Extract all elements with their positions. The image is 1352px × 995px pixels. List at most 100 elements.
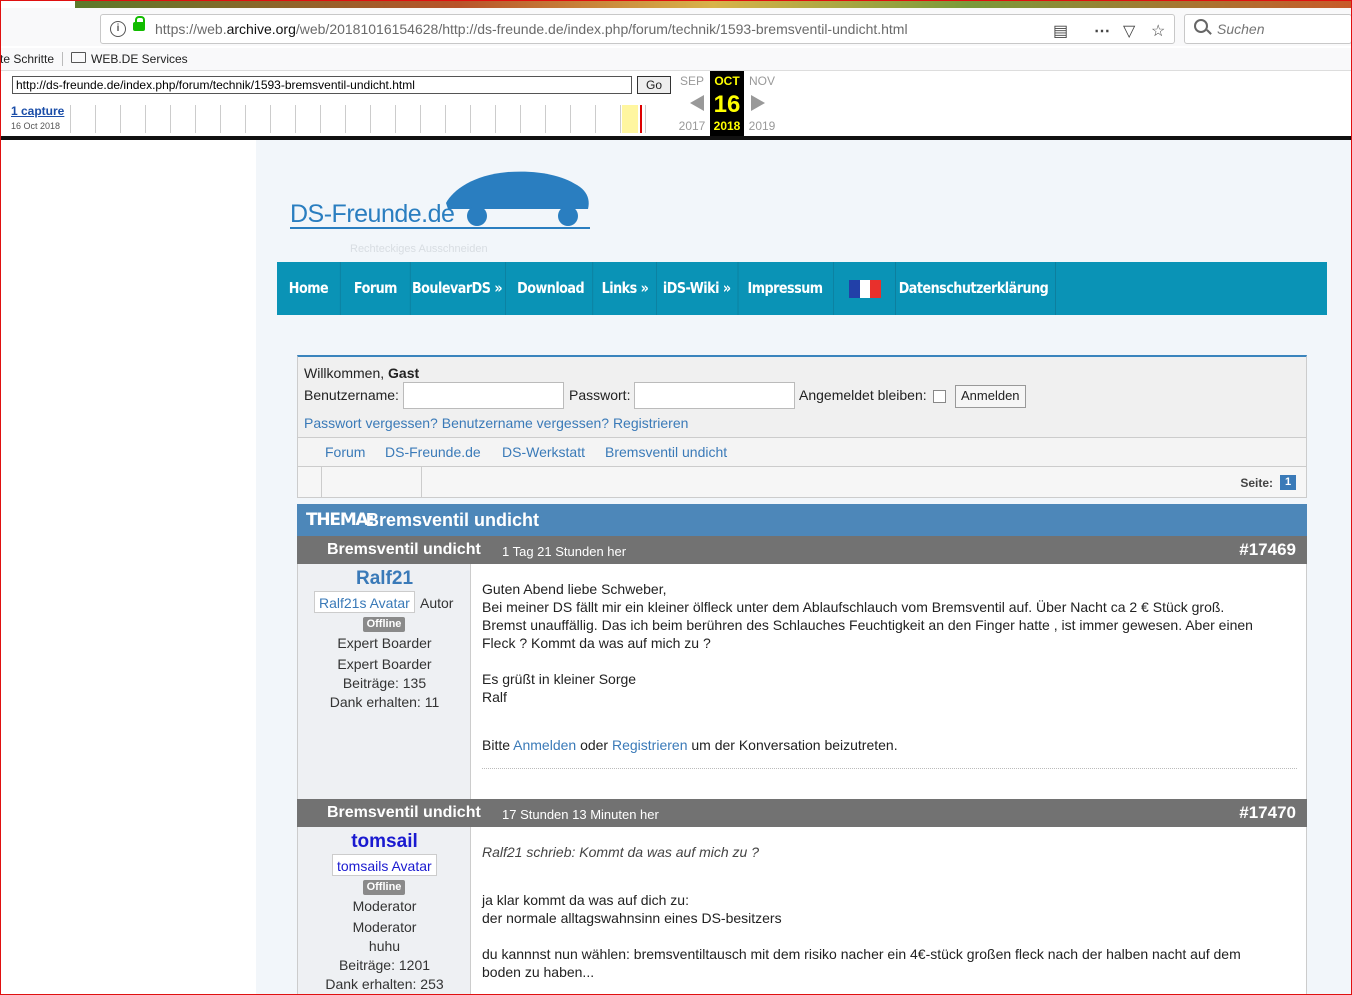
user-post-count: Beiträge: 1201 xyxy=(338,957,431,973)
post-author-panel: Ralf21 Ralf21s Avatar Autor Offline Expe… xyxy=(298,564,471,799)
breadcrumb-item[interactable]: DS-Freunde.de xyxy=(385,444,481,460)
post-body: Guten Abend liebe Schweber, Bei meiner D… xyxy=(482,580,1282,754)
user-rank: Moderator xyxy=(352,919,417,935)
calendar-current-month: OCT 16 2018 xyxy=(710,71,744,136)
post-title[interactable]: Bremsventil undicht xyxy=(327,804,481,822)
main-navigation: Home Forum BoulevarDS » Download Links »… xyxy=(277,262,1327,315)
nav-boulevards[interactable]: BoulevarDS » xyxy=(409,262,506,315)
post-line: Bremst unauffällig. Das ich beim berühre… xyxy=(482,617,1253,633)
post-username[interactable]: tomsail xyxy=(298,831,471,853)
post-line: Guten Abend liebe Schweber, xyxy=(482,581,667,597)
post-line: Fleck ? Kommt da was auf mich zu ? xyxy=(482,635,711,651)
more-actions-icon[interactable]: ⋯ xyxy=(1094,21,1110,41)
nav-links[interactable]: Links » xyxy=(594,262,657,315)
ghost-overlay-text: Rechteckiges Ausschneiden xyxy=(350,243,488,255)
user-rank: Expert Boarder xyxy=(337,656,432,672)
prev-capture-arrow-icon[interactable] xyxy=(690,95,704,111)
lock-icon xyxy=(133,16,145,31)
nav-home[interactable]: Home xyxy=(277,262,341,315)
post-line: du kannnst nun wählen: bremsventiltausch… xyxy=(482,946,1241,962)
page-label: Seite: xyxy=(1240,476,1273,490)
post-header: Bremsventil undicht 17 Stunden 13 Minute… xyxy=(297,799,1307,827)
password-label: Passwort: xyxy=(569,387,631,403)
status-badge: Offline xyxy=(363,880,405,895)
next-capture-arrow-icon[interactable] xyxy=(751,95,765,111)
post-quote: Ralf21 schrieb: Kommt da was auf mich zu… xyxy=(482,844,760,860)
site-logo[interactable]: DS-Freunde.de xyxy=(288,165,598,235)
nav-datenschutz[interactable]: Datenschutzerklärung xyxy=(897,262,1050,315)
post-username[interactable]: Ralf21 xyxy=(298,568,471,590)
capture-date: 16 Oct 2018 xyxy=(11,121,61,131)
login-link[interactable]: Anmelden xyxy=(513,737,576,753)
post-line: boden zu haben... xyxy=(482,964,595,980)
nav-download[interactable]: Download xyxy=(509,262,594,315)
post-line: Ralf xyxy=(482,689,507,705)
bookmark-star-icon[interactable]: ☆ xyxy=(1151,21,1165,41)
capture-marker[interactable] xyxy=(640,105,642,133)
address-url[interactable]: https://web.archive.org/web/201810161546… xyxy=(155,21,908,37)
logo-text: DS-Freunde.de xyxy=(290,200,455,228)
topic-title: Bremsventil undicht xyxy=(366,510,540,530)
user-thanks-count: Dank erhalten: 11 xyxy=(329,694,440,710)
bookmark-separator xyxy=(62,52,63,66)
info-icon[interactable]: i xyxy=(110,21,126,37)
bookmark-item[interactable]: WEB.DE Services xyxy=(91,52,188,66)
avatar[interactable]: Ralf21s Avatar xyxy=(314,591,415,613)
post-line: der normale alltagswahnsinn eines DS-bes… xyxy=(482,910,782,926)
pagination-bar: Seite: 1 xyxy=(297,467,1307,498)
avatar[interactable]: tomsails Avatar xyxy=(332,854,437,876)
user-custom-text: huhu xyxy=(368,938,401,954)
nav-forum[interactable]: Forum xyxy=(341,262,411,315)
search-input[interactable] xyxy=(1215,20,1339,38)
nav-divider xyxy=(895,262,896,315)
post-id[interactable]: #17470 xyxy=(1239,803,1296,823)
username-field[interactable] xyxy=(403,382,564,409)
nav-impressum[interactable]: Impressum xyxy=(737,262,834,315)
post-line: ja klar kommt da was auf dich zu: xyxy=(482,892,689,908)
pocket-icon[interactable]: ▽ xyxy=(1123,21,1135,41)
password-field[interactable] xyxy=(634,382,795,409)
register-link[interactable]: Registrieren xyxy=(612,737,687,753)
page-left-margin xyxy=(0,140,256,995)
login-button[interactable]: Anmelden xyxy=(955,385,1026,408)
breadcrumb: Forum DS-Freunde.de DS-Werkstatt Bremsve… xyxy=(297,437,1307,467)
login-help-links[interactable]: Passwort vergessen? Benutzername vergess… xyxy=(304,415,688,431)
user-rank: Moderator xyxy=(352,898,417,914)
bookmark-item[interactable]: te Schritte xyxy=(0,52,54,66)
page-number[interactable]: 1 xyxy=(1280,475,1296,490)
post-line: Bei meiner DS fällt mir ein kleiner ölfl… xyxy=(482,599,1225,615)
search-box[interactable] xyxy=(1184,14,1352,44)
username-label: Benutzername: xyxy=(304,387,399,403)
nav-divider xyxy=(1055,262,1056,315)
post-line: Es grüßt in kleiner Sorge xyxy=(482,671,637,687)
author-tag: Autor xyxy=(420,595,454,611)
remember-checkbox[interactable] xyxy=(933,390,946,403)
wayback-go-button[interactable]: Go xyxy=(637,76,671,94)
captures-link[interactable]: 1 capture xyxy=(11,104,64,118)
reader-view-icon[interactable]: ▤ xyxy=(1053,21,1068,41)
breadcrumb-item[interactable]: Forum xyxy=(325,444,365,460)
breadcrumb-item[interactable]: DS-Werkstatt xyxy=(502,444,585,460)
user-rank: Expert Boarder xyxy=(337,635,432,651)
status-badge: Offline xyxy=(363,617,405,632)
topic-label: THEMA: xyxy=(306,510,375,530)
browser-top-strip xyxy=(75,0,1352,8)
remember-label: Angemeldet bleiben: xyxy=(799,387,927,403)
logo-underline xyxy=(290,227,590,229)
search-icon xyxy=(1194,19,1208,33)
post: Ralf21 Ralf21s Avatar Autor Offline Expe… xyxy=(297,564,1307,799)
wayback-url-input[interactable] xyxy=(12,76,632,94)
wayback-toolbar: Go 1 capture 16 Oct 2018 SEP 2017 OCT 16… xyxy=(0,71,1352,136)
forum-container: Willkommen, Gast Benutzername: Passwort:… xyxy=(297,355,1307,995)
topic-header: THEMA: Bremsventil undicht xyxy=(297,504,1307,536)
post-id[interactable]: #17469 xyxy=(1239,540,1296,560)
breadcrumb-item[interactable]: Bremsventil undicht xyxy=(605,444,727,460)
address-bar[interactable]: i https://web.archive.org/web/2018101615… xyxy=(100,14,1175,44)
post-title[interactable]: Bremsventil undicht xyxy=(327,541,481,559)
nav-ids-wiki[interactable]: iDS-Wiki » xyxy=(656,262,739,315)
folder-icon xyxy=(71,52,86,63)
french-flag-icon[interactable] xyxy=(849,280,882,298)
capture-timeline[interactable] xyxy=(70,105,670,133)
login-box: Willkommen, Gast Benutzername: Passwort:… xyxy=(297,355,1307,437)
post-author-panel: tomsail tomsails Avatar Offline Moderato… xyxy=(298,827,471,995)
